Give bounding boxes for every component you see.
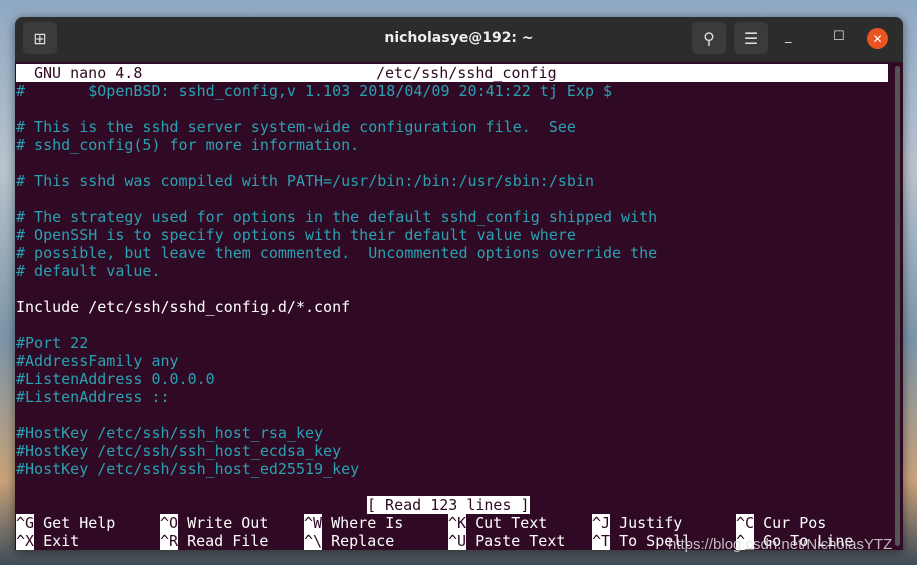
shortcut-item[interactable]: ^O Write Out [160, 514, 268, 532]
watermark: https://blog.csdn.net/NicholasYTZ [668, 536, 893, 553]
shortcut-label: Paste Text [475, 532, 566, 550]
shortcut-item[interactable]: ^W Where Is [304, 514, 403, 532]
comment-line: #HostKey /etc/ssh/ssh_host_ed25519_key [16, 460, 360, 478]
file-name: /etc/ssh/sshd_config [376, 64, 557, 82]
nano-header: GNU nano 4.8/etc/ssh/sshd_config [16, 64, 888, 82]
search-button[interactable]: ⚲ [692, 22, 726, 54]
status-message: [ Read 123 lines ] [367, 496, 530, 514]
shortcut-key: ^R [160, 532, 179, 550]
shortcut-key: ^O [160, 514, 179, 532]
shortcut-item[interactable]: ^K Cut Text [448, 514, 547, 532]
comment-line: # This sshd was compiled with PATH=/usr/… [16, 172, 594, 190]
shortcut-item[interactable]: ^C Cur Pos [736, 514, 826, 532]
shortcut-label: Exit [43, 532, 80, 550]
shortcut-label: Get Help [43, 514, 116, 532]
comment-line: # possible, but leave them commented. Un… [16, 244, 658, 262]
comment-line: #ListenAddress 0.0.0.0 [16, 370, 215, 388]
comment-line: #HostKey /etc/ssh/ssh_host_ecdsa_key [16, 442, 342, 460]
comment-line: #HostKey /etc/ssh/ssh_host_rsa_key [16, 424, 324, 442]
shortcut-label: Cur Pos [763, 514, 827, 532]
hamburger-icon: ☰ [743, 28, 759, 48]
shortcut-key: ^K [448, 514, 467, 532]
minimize-button[interactable]: _ [785, 29, 792, 44]
close-icon: ✕ [872, 31, 883, 46]
shortcut-key: ^G [16, 514, 35, 532]
comment-line: # This is the sshd server system-wide co… [16, 118, 576, 136]
comment-line: # The strategy used for options in the d… [16, 208, 658, 226]
shortcut-item[interactable]: ^G Get Help [16, 514, 115, 532]
shortcut-item[interactable]: ^\ Replace [304, 532, 394, 550]
search-icon: ⚲ [703, 28, 715, 48]
maximize-button[interactable]: ☐ [833, 29, 845, 44]
shortcut-key: ^U [448, 532, 467, 550]
shortcut-item[interactable]: ^J Justify [592, 514, 682, 532]
shortcut-item[interactable]: ^R Read File [160, 532, 268, 550]
shortcut-label: Replace [331, 532, 395, 550]
shortcut-key: ^J [592, 514, 611, 532]
close-button[interactable]: ✕ [867, 28, 888, 49]
shortcut-item[interactable]: ^X Exit [16, 532, 79, 550]
shortcut-label: Where Is [331, 514, 404, 532]
shortcut-key: ^X [16, 532, 35, 550]
shortcut-key: ^\ [304, 532, 323, 550]
comment-line: # $OpenBSD: sshd_config,v 1.103 2018/04/… [16, 82, 613, 100]
shortcut-label: Read File [187, 532, 269, 550]
shortcut-label: Cut Text [475, 514, 548, 532]
comment-line: # sshd_config(5) for more information. [16, 136, 360, 154]
comment-line: # OpenSSH is to specify options with the… [16, 226, 576, 244]
shortcut-item[interactable]: ^U Paste Text [448, 532, 565, 550]
nano-version: GNU nano 4.8 [34, 64, 143, 82]
config-line: Include /etc/ssh/sshd_config.d/*.conf [16, 298, 351, 316]
shortcut-key: ^W [304, 514, 323, 532]
comment-line: #ListenAddress :: [16, 388, 170, 406]
shortcut-key: ^C [736, 514, 755, 532]
menu-button[interactable]: ☰ [734, 22, 768, 54]
shortcut-label: Justify [619, 514, 683, 532]
terminal-content[interactable]: GNU nano 4.8/etc/ssh/sshd_config [ Read … [15, 62, 903, 550]
comment-line: #Port 22 [16, 334, 89, 352]
scrollbar[interactable] [895, 66, 900, 546]
title-bar: ⊞ nicholasye@192: ~ ⚲ ☰ _ ☐ ✕ [15, 17, 903, 62]
window-title: nicholasye@192: ~ [384, 30, 534, 46]
shortcut-key: ^T [592, 532, 611, 550]
comment-line: #AddressFamily any [16, 352, 179, 370]
shortcut-label: Write Out [187, 514, 269, 532]
terminal-window: ⊞ nicholasye@192: ~ ⚲ ☰ _ ☐ ✕ GNU nano 4… [15, 17, 903, 550]
comment-line: # default value. [16, 262, 161, 280]
